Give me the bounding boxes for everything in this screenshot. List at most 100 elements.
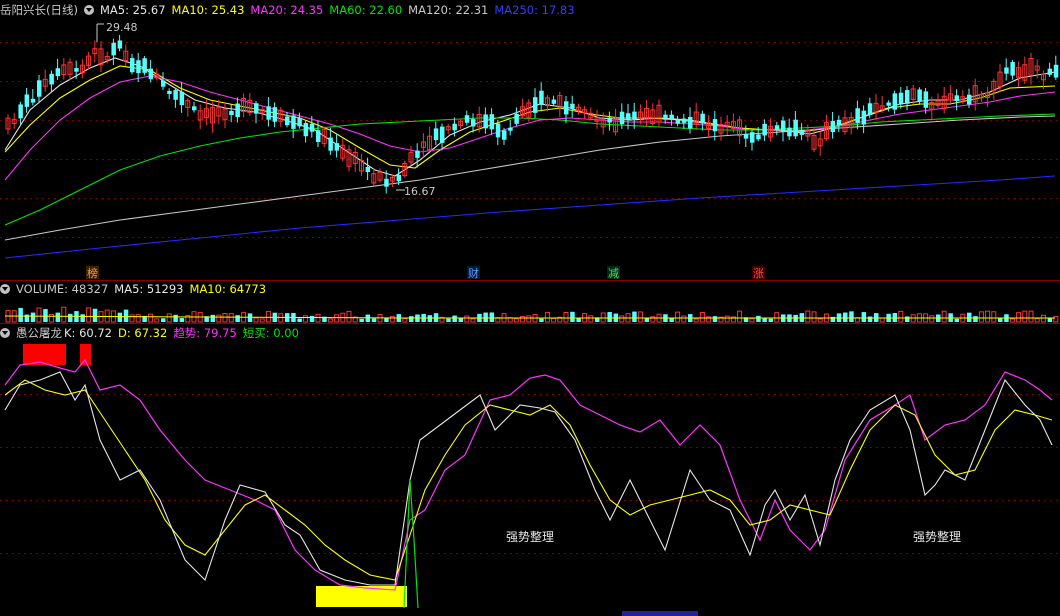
candle-body-down [861, 110, 867, 125]
volume-bar-up [86, 307, 92, 323]
candle-body-down [533, 97, 538, 113]
event-marker-cai[interactable]: 财 [468, 266, 479, 280]
candle-body-down [663, 114, 668, 120]
volume-bar-up [985, 310, 991, 323]
candle-body-down [148, 68, 154, 80]
candle-body-down [551, 99, 557, 104]
candle-body-down [254, 103, 259, 114]
candle-body-down [334, 143, 340, 151]
volume-bar-up [1022, 310, 1028, 323]
volume-bar-up [941, 310, 947, 323]
volume-bar-up [135, 314, 141, 323]
candle-body-down [173, 90, 178, 100]
candle-body-down [396, 174, 402, 182]
volume-bar-down [756, 315, 761, 322]
d-line [4, 379, 1053, 581]
signal-block-red [23, 344, 66, 365]
volume-bar-up [513, 318, 519, 323]
volume-bar-up [346, 310, 352, 323]
candle-body-down [762, 123, 767, 136]
candle-body-down [793, 119, 798, 137]
volume-bar-up [315, 313, 321, 323]
candle-body-down [192, 106, 197, 111]
candle-body-down [669, 114, 674, 120]
candle-body-down [619, 111, 625, 125]
volume-bar-down [712, 316, 718, 322]
candle-body-down [136, 60, 141, 74]
candle-body-down [365, 167, 371, 172]
price-gridlines [0, 42, 1060, 238]
volume-bar-up [48, 314, 54, 323]
volume-bar-up [588, 315, 594, 323]
volume-bar-up [470, 318, 476, 323]
volume-bar-down [161, 318, 166, 322]
volume-bar-up [334, 314, 340, 323]
event-marker-zhang[interactable]: 涨 [753, 267, 764, 280]
candle-body-down [632, 111, 637, 120]
volume-bar-down [967, 312, 972, 322]
volume-bar-up [228, 313, 234, 323]
low-price-label: 16.67 [404, 185, 436, 198]
candle-body-down [1004, 67, 1009, 74]
candle-body-down [712, 119, 718, 132]
candle-body-down [161, 80, 166, 87]
volume-bar-down [973, 316, 978, 322]
candle-body-down [1053, 64, 1059, 78]
candle-body-down [508, 127, 513, 131]
candle-body-down [855, 108, 860, 124]
volume-bar-up [1034, 317, 1040, 323]
volume-bars [4, 306, 1059, 323]
candle-body-down [743, 133, 749, 139]
volume-bar-up [148, 313, 154, 323]
volume-bar-down [483, 312, 488, 322]
indicator-lines [4, 358, 1053, 609]
candle-body-down [836, 119, 842, 125]
volume-bar-down [117, 312, 123, 322]
candle-body-down [1047, 68, 1053, 75]
volume-bar-up [693, 318, 699, 323]
volume-bar-up [222, 313, 228, 323]
candle-body-down [923, 91, 929, 108]
volume-bar-up [36, 307, 42, 323]
volume-bar-up [520, 316, 526, 323]
volume-bar-up [544, 311, 550, 323]
candle-body-down [892, 93, 898, 110]
candle-body-down [440, 126, 445, 143]
candle-body-down [179, 91, 185, 106]
scroll-indicator[interactable] [622, 611, 698, 616]
candle-body-down [502, 130, 507, 140]
candle-body-down [570, 103, 575, 109]
candle-body-down [514, 113, 519, 124]
candle-body-down [309, 123, 315, 132]
volume-bar-down [123, 309, 129, 322]
volume-bar-up [811, 311, 817, 323]
volume-bar-down [954, 318, 960, 322]
candle-body-down [688, 117, 693, 129]
volume-bar-up [1028, 310, 1034, 323]
ma60-line [4, 113, 1056, 226]
stock-chart[interactable]: 29.48 16.67 榜 财 减 涨 强势整理 强势整理 [0, 0, 1060, 616]
volume-bar-down [669, 318, 674, 322]
candle-body-down [452, 123, 457, 131]
volume-bar-up [749, 318, 755, 323]
volume-bar-up [675, 311, 681, 323]
event-marker-bang[interactable]: 榜 [87, 266, 98, 280]
volume-bar-down [452, 315, 457, 322]
candle-body-down [774, 125, 780, 130]
candle-body-down [235, 103, 240, 118]
candle-body-down [471, 119, 476, 127]
candle-body-down [799, 130, 805, 135]
candle-body-down [539, 90, 544, 105]
volume-bar-up [551, 317, 557, 323]
volume-bar-down [68, 313, 73, 322]
volume-bar-up [253, 317, 259, 323]
event-marker-jian[interactable]: 减 [608, 267, 619, 280]
volume-bar-down [173, 314, 178, 322]
candle-body-down [564, 101, 569, 115]
candle-body-down [30, 98, 36, 103]
volume-bar-down [539, 318, 544, 322]
candle-body-down [111, 42, 116, 56]
volume-bar-up [389, 315, 395, 323]
volume-bar-up [265, 310, 271, 323]
annotation-strong-consolidation: 强势整理 [913, 529, 961, 544]
